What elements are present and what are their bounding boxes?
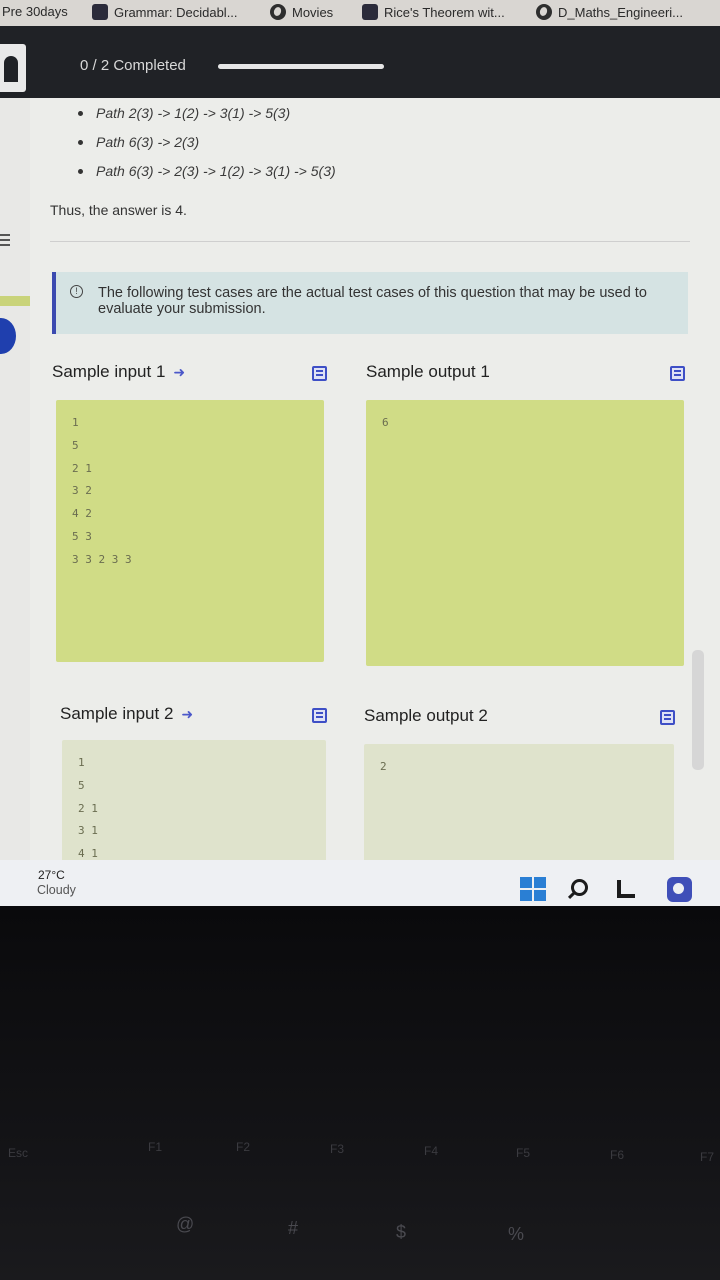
sample-input-2-box: 1 5 2 1 3 1 4 1 — [62, 740, 326, 860]
bookmark-label: Movies — [292, 4, 334, 20]
input-line: 5 — [78, 778, 85, 792]
key-at: @ — [176, 1214, 195, 1234]
sample-output-title-text: Sample output 1 — [366, 362, 490, 381]
sample-input-title-text: Sample input 2 — [60, 704, 174, 723]
bookmark-rices-theorem[interactable]: Rice's Theorem wit... — [362, 4, 505, 20]
globe-icon — [270, 4, 286, 20]
input-line: 2 1 — [72, 461, 92, 475]
input-line: 2 1 — [78, 801, 98, 815]
bookmark-label: D_Maths_Engineeri... — [558, 4, 684, 20]
input-line: 1 — [72, 416, 79, 429]
sample-input-1-box: 1 5 2 1 3 2 4 2 5 3 3 3 2 3 3 — [56, 400, 324, 662]
key-f7: F7 — [700, 1150, 715, 1164]
bookmark-grammar[interactable]: Grammar: Decidabl... — [92, 4, 238, 20]
globe-icon — [536, 4, 552, 20]
copy-icon[interactable] — [670, 366, 685, 381]
taskbar: 27°C Cloudy — [0, 860, 720, 906]
app-logo-icon[interactable] — [0, 44, 26, 92]
divider — [50, 241, 690, 242]
list-item: Path 6(3) -> 2(3) -> 1(2) -> 3(1) -> 5(3… — [78, 162, 336, 191]
key-f5: F5 — [516, 1146, 531, 1160]
task-view-icon[interactable] — [617, 880, 635, 898]
input-line: 5 — [72, 438, 79, 452]
key-f1: F1 — [148, 1140, 163, 1154]
input-line: 4 2 — [72, 507, 92, 521]
laptop-keyboard: Esc F1 F2 F3 F4 F5 F6 F7 @ # $ % — [0, 906, 720, 1280]
copy-icon[interactable] — [312, 366, 327, 381]
key-f2: F2 — [236, 1140, 251, 1154]
input-line: 3 2 — [72, 484, 92, 498]
sample-input-2-title: Sample input 2 ➜ — [60, 704, 193, 724]
sample-input-1-title: Sample input 1 ➜ — [52, 362, 185, 382]
input-line: 1 — [78, 756, 85, 769]
sample-output-2-box: 2 — [364, 744, 674, 860]
sample-output-2-lines: 2 — [380, 760, 387, 783]
weather-condition[interactable]: Cloudy — [37, 883, 76, 897]
key-f6: F6 — [610, 1148, 625, 1162]
info-banner-text: The following test cases are the actual … — [98, 285, 647, 317]
key-f4: F4 — [424, 1144, 439, 1158]
bookmark-icon — [362, 4, 378, 20]
sample-output-1-title: Sample output 1 — [366, 362, 490, 382]
sample-output-1-box: 6 — [366, 400, 684, 666]
input-line: 3 3 2 3 3 — [72, 552, 132, 566]
answer-text: Thus, the answer is 4. — [50, 202, 187, 218]
sample-input-2-lines: 1 5 2 1 3 1 4 1 — [78, 756, 98, 860]
input-line: 3 1 — [78, 824, 98, 838]
copy-icon[interactable] — [660, 710, 675, 725]
bookmark-label: Grammar: Decidabl... — [114, 4, 238, 20]
problem-content: Path 2(3) -> 1(2) -> 3(1) -> 5(3) Path 6… — [30, 98, 720, 860]
progress-bar — [218, 64, 384, 69]
sidebar-avatar-icon[interactable] — [0, 318, 16, 354]
key-esc: Esc — [8, 1146, 29, 1160]
info-banner: ! The following test cases are the actua… — [52, 272, 688, 334]
bookmark-movies[interactable]: Movies — [270, 4, 333, 20]
info-icon: ! — [70, 285, 83, 298]
search-icon[interactable] — [571, 879, 588, 896]
copy-icon[interactable] — [312, 708, 327, 723]
key-percent: % — [508, 1224, 525, 1244]
list-item: Path 2(3) -> 1(2) -> 3(1) -> 5(3) — [78, 104, 336, 133]
list-item: Path 6(3) -> 2(3) — [78, 133, 336, 162]
output-line: 6 — [382, 416, 389, 429]
weather-temperature[interactable]: 27°C — [38, 868, 65, 882]
open-external-icon[interactable]: ➜ — [181, 706, 193, 723]
sample-output-title-text: Sample output 2 — [364, 706, 488, 725]
path-list: Path 2(3) -> 1(2) -> 3(1) -> 5(3) Path 6… — [78, 104, 336, 191]
key-dollar: $ — [396, 1222, 407, 1242]
sidebar-active-indicator — [0, 296, 30, 306]
chat-icon[interactable] — [667, 877, 692, 902]
open-external-icon[interactable]: ➜ — [173, 364, 185, 381]
progress-bar-fill — [218, 64, 384, 69]
bookmark-label: Rice's Theorem wit... — [384, 4, 505, 20]
menu-icon[interactable] — [0, 234, 10, 246]
input-line: 4 1 — [78, 847, 98, 860]
bookmark-icon — [92, 4, 108, 20]
sample-input-title-text: Sample input 1 — [52, 362, 166, 381]
bookmark-d-maths[interactable]: D_Maths_Engineeri... — [536, 4, 683, 20]
input-line: 5 3 — [72, 529, 92, 543]
key-f3: F3 — [330, 1142, 345, 1156]
bookmark-label: Pre 30days — [2, 4, 68, 19]
progress-label: 0 / 2 Completed — [80, 57, 186, 74]
sample-output-2-title: Sample output 2 — [364, 706, 488, 726]
output-line: 2 — [380, 760, 387, 773]
scrollbar[interactable] — [692, 650, 704, 770]
key-hash: # — [288, 1218, 299, 1238]
windows-start-icon[interactable] — [520, 877, 546, 901]
left-sidebar — [0, 98, 30, 860]
sample-input-1-lines: 1 5 2 1 3 2 4 2 5 3 3 3 2 3 3 — [72, 416, 132, 576]
bookmark-pre-30days[interactable]: Pre 30days — [2, 4, 68, 19]
bookmarks-bar: Pre 30days Grammar: Decidabl... Movies R… — [0, 0, 720, 26]
sample-output-1-lines: 6 — [382, 416, 389, 439]
